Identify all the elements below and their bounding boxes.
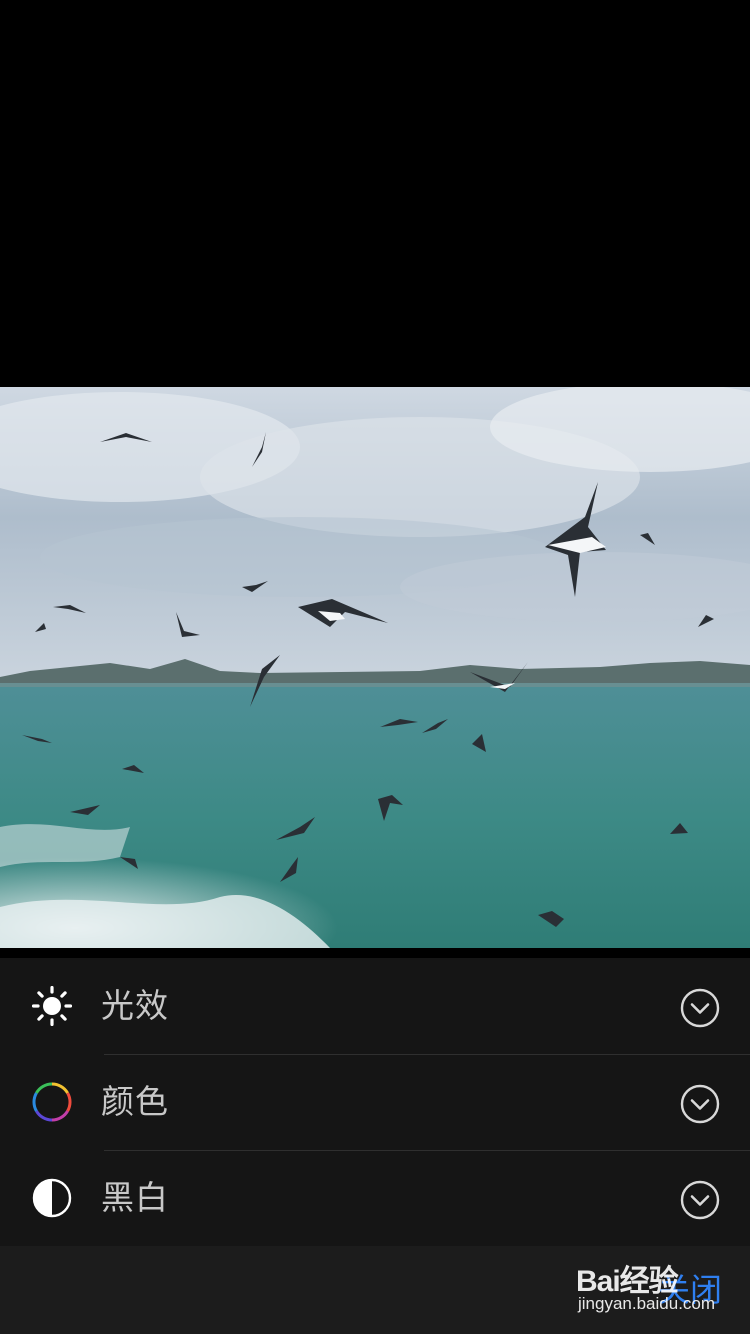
adjust-label-color: 颜色 (101, 1082, 169, 1121)
sun-icon (32, 986, 72, 1026)
adjust-row-bw[interactable]: 黑白 (0, 1150, 750, 1246)
chevron-down-icon[interactable] (680, 1084, 720, 1124)
half-circle-icon (32, 1178, 72, 1218)
chevron-down-icon[interactable] (680, 988, 720, 1028)
top-empty-area (0, 0, 750, 387)
adjust-label-bw: 黑白 (101, 1178, 169, 1217)
photo-image (0, 387, 750, 948)
photo-preview[interactable] (0, 387, 750, 948)
color-wheel-icon (32, 1082, 72, 1122)
adjust-label-light: 光效 (101, 986, 169, 1025)
adjustment-panel: 光效 颜色 黑白 (0, 958, 750, 1246)
adjust-row-color[interactable]: 颜色 (0, 1054, 750, 1150)
watermark-url: jingyan.baidu.com (578, 1294, 716, 1313)
chevron-down-icon[interactable] (680, 1180, 720, 1220)
adjust-row-light[interactable]: 光效 (0, 958, 750, 1054)
baidu-jingyan-watermark: Bai经验 jingyan.baidu.com (576, 1252, 736, 1324)
